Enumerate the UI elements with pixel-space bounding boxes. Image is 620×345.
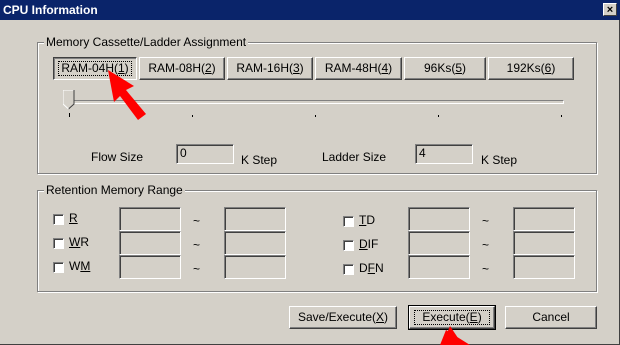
range-tilde: ~ xyxy=(193,214,201,228)
execute-label: Execute( xyxy=(422,310,470,324)
annotation-arrow-icon xyxy=(108,70,146,120)
slider-thumb[interactable] xyxy=(63,90,75,110)
checkbox-dfn-label: DFN xyxy=(359,261,384,275)
range-tilde: ~ xyxy=(193,238,201,252)
annotation-arrow-icon xyxy=(440,326,470,345)
tab-label: RAM-08H( xyxy=(148,61,205,75)
slider-tick xyxy=(315,115,316,117)
td-range-end-field[interactable] xyxy=(513,207,575,231)
dif-range-end-field[interactable] xyxy=(513,231,575,255)
tab-label-suffix: ) xyxy=(462,61,467,75)
execute-accel-key: E xyxy=(469,310,478,324)
save-execute-label: Save/Execute( xyxy=(297,310,377,324)
window-title: CPU Information xyxy=(3,3,98,17)
tab-label: 96Ks( xyxy=(423,61,456,75)
dfn-range-start-field[interactable] xyxy=(408,255,470,279)
cpu-information-dialog: CPU Information × Memory Cassette/Ladder… xyxy=(0,0,620,345)
ladder-unit-label: K Step xyxy=(481,153,518,167)
checkbox-r[interactable] xyxy=(53,214,64,225)
flow-size-field: 0 xyxy=(176,144,234,164)
checkbox-dfn[interactable] xyxy=(343,264,354,275)
checkbox-wm[interactable] xyxy=(53,262,64,273)
ladder-size-field: 4 xyxy=(415,144,473,164)
tab-192ks[interactable]: 192Ks(6) xyxy=(488,57,574,80)
checkbox-r-label: R xyxy=(69,211,78,225)
tab-label-suffix: ) xyxy=(211,61,216,75)
flow-unit-label: K Step xyxy=(241,153,278,167)
wm-range-start-field[interactable] xyxy=(119,255,181,279)
tab-label: RAM-48H( xyxy=(324,61,382,75)
td-range-start-field[interactable] xyxy=(408,207,470,231)
tab-ram-16h[interactable]: RAM-16H(3) xyxy=(227,57,313,80)
tab-label: 192Ks( xyxy=(506,61,545,75)
tab-ram-48h[interactable]: RAM-48H(4) xyxy=(315,57,402,80)
cancel-button[interactable]: Cancel xyxy=(505,306,597,329)
flow-size-label: Flow Size xyxy=(91,150,144,164)
checkbox-td-label: TD xyxy=(359,213,376,227)
tab-label-suffix: ) xyxy=(388,61,393,75)
tab-accel-key: 5 xyxy=(455,61,463,75)
checkbox-td[interactable] xyxy=(343,216,354,227)
range-tilde: ~ xyxy=(482,262,490,276)
tab-accel-key: 2 xyxy=(204,61,212,75)
tab-label-suffix: ) xyxy=(299,61,304,75)
tab-label-suffix: ) xyxy=(551,61,556,75)
close-icon[interactable]: × xyxy=(603,3,617,16)
wr-range-start-field[interactable] xyxy=(119,231,181,255)
wm-range-end-field[interactable] xyxy=(224,255,286,279)
checkbox-wr[interactable] xyxy=(53,238,64,249)
r-range-end-field[interactable] xyxy=(224,207,286,231)
dif-range-start-field[interactable] xyxy=(408,231,470,255)
tab-96ks[interactable]: 96Ks(5) xyxy=(404,57,486,80)
slider-tick xyxy=(192,115,193,117)
save-execute-label-suffix: ) xyxy=(384,310,389,324)
tab-accel-key: 3 xyxy=(292,61,300,75)
memory-group-label: Memory Cassette/Ladder Assignment xyxy=(44,35,249,49)
wr-range-end-field[interactable] xyxy=(224,231,286,255)
r-range-start-field[interactable] xyxy=(119,207,181,231)
range-tilde: ~ xyxy=(482,238,490,252)
tab-label: RAM-16H( xyxy=(236,61,293,75)
slider-tick xyxy=(438,115,439,117)
checkbox-dif[interactable] xyxy=(343,240,354,251)
tab-ram-08h[interactable]: RAM-08H(2) xyxy=(139,57,225,80)
title-bar[interactable]: CPU Information × xyxy=(0,0,620,20)
slider-tick xyxy=(561,115,562,117)
cancel-label: Cancel xyxy=(532,310,570,324)
save-execute-accel-key: X xyxy=(376,310,385,324)
ladder-size-label: Ladder Size xyxy=(322,150,387,164)
execute-label-suffix: ) xyxy=(477,310,482,324)
slider-tick xyxy=(69,113,70,117)
checkbox-dif-label: DIF xyxy=(359,237,379,251)
checkbox-wr-label: WR xyxy=(69,235,89,249)
dfn-range-end-field[interactable] xyxy=(513,255,575,279)
retention-group-label: Retention Memory Range xyxy=(44,183,185,197)
range-tilde: ~ xyxy=(193,262,201,276)
range-tilde: ~ xyxy=(482,214,490,228)
save-execute-button[interactable]: Save/Execute(X) xyxy=(289,306,397,329)
checkbox-wm-label: WM xyxy=(69,259,91,273)
